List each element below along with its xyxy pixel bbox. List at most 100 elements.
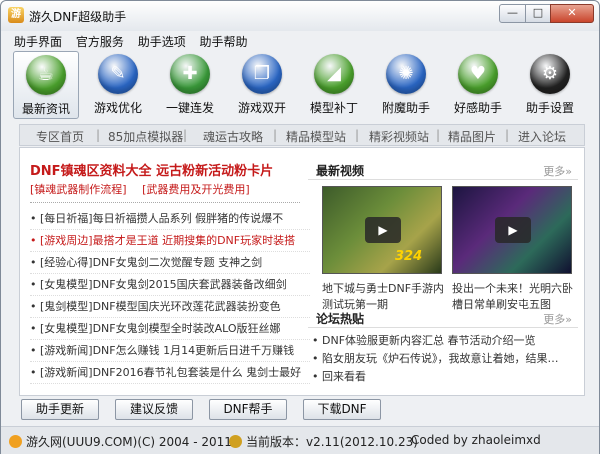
nav-link-guide[interactable]: 魂运古攻略 (203, 128, 263, 145)
dnf-helper-button[interactable]: DNF帮手 (209, 399, 287, 420)
sublink-weapon-craft[interactable]: [镇魂武器制作流程] (30, 183, 127, 196)
forum-more-link[interactable]: 更多» (543, 311, 572, 327)
status-bar: 游久网(UUU9.COM)(C) 2004 - 2011 当前版本：v2.11(… (1, 426, 599, 454)
nav-link-videos[interactable]: 精彩视频站 (369, 128, 429, 145)
sublink-weapon-cost[interactable]: [武器费用及开光费用] (142, 183, 250, 196)
video-badge: 324 (395, 249, 423, 264)
nav-separator: | (505, 128, 510, 142)
forum-item[interactable]: • 回来看看 (312, 368, 580, 386)
news-item-text: [游戏新闻]DNF2016春节礼包套装是什么 鬼剑士最好 (40, 366, 302, 379)
nav-link-models[interactable]: 精品模型站 (286, 128, 346, 145)
scroll-icon: ✎ (98, 54, 138, 94)
toolbar-button-1[interactable]: ✎ 游戏优化 (85, 51, 151, 119)
news-list: • [每日祈福]每日祈福攒人品系列 假胖猪的传说爆不 • [游戏周边]最搭才是王道… (30, 208, 310, 384)
content-panel: DNF镇魂区资料大全 远古粉新活动粉卡片 [镇魂武器制作流程] [武器费用及开光… (19, 147, 585, 396)
menu-item-main[interactable]: 助手界面 (9, 31, 67, 52)
nav-link-simulator[interactable]: 85加点模拟器 (108, 128, 183, 145)
update-button[interactable]: 助手更新 (21, 399, 99, 420)
nav-separator: | (436, 128, 441, 142)
menu-item-options[interactable]: 助手选项 (133, 31, 191, 52)
video-thumbnail[interactable]: ▶ 324 (322, 186, 442, 274)
close-button[interactable]: ✕ (550, 4, 594, 23)
news-item-text: [游戏新闻]DNF怎么赚钱 1月14更新后日进千万赚钱 (40, 344, 295, 357)
forum-item-text: DNF体验服更新内容汇总 春节活动介绍一览 (322, 334, 536, 347)
toolbar-label: 游戏优化 (93, 101, 142, 115)
bottom-buttons: 助手更新 建议反馈 DNF帮手 下载DNF (21, 399, 581, 421)
forum-item-text: 回来看看 (322, 370, 366, 383)
play-icon: ▶ (495, 217, 531, 243)
news-item[interactable]: • [每日祈福]每日祈福攒人品系列 假胖猪的传说爆不 (30, 208, 310, 230)
gear-icon: ⚙ (530, 54, 570, 94)
menu-item-official[interactable]: 官方服务 (71, 31, 129, 52)
status-version-text: 当前版本：v2.11(2012.10.23) (246, 435, 418, 449)
forum-item[interactable]: • 陷女朋友玩《炉石传说》，我故意让着她，结果… (312, 350, 580, 368)
news-item[interactable]: • [经验心得]DNF女鬼剑二次觉醒专题 支神之剑 (30, 252, 310, 274)
news-cup-icon: ☕ (26, 55, 66, 95)
news-item-text: [女鬼模型]DNF女鬼剑2015国庆套武器装备改细剑 (40, 278, 287, 291)
news-item[interactable]: • [游戏新闻]DNF怎么赚钱 1月14更新后日进千万赚钱 (30, 340, 310, 362)
sublinks: [镇魂武器制作流程] [武器费用及开光费用] (30, 181, 262, 197)
nav-link-forum[interactable]: 进入论坛 (518, 128, 566, 145)
download-dnf-button[interactable]: 下载DNF (303, 399, 381, 420)
video-thumbnail[interactable]: ▶ (452, 186, 572, 274)
menu-item-help[interactable]: 助手帮助 (195, 31, 253, 52)
app-window: 游 游久DNF超级助手 — □ ✕ 助手界面 官方服务 助手选项 助手帮助 ☕ 最… (0, 0, 600, 454)
status-version: 当前版本：v2.11(2012.10.23) (229, 433, 418, 450)
headline-link[interactable]: DNF镇魂区资料大全 远古粉新活动粉卡片 (30, 160, 273, 179)
nav-link-images[interactable]: 精品图片 (448, 128, 496, 145)
news-item[interactable]: • [鬼剑模型]DNF模型国庆光环改莲花武器装扮变色 (30, 296, 310, 318)
ruler-triangle-icon: ◢ (314, 54, 354, 94)
forum-list: • DNF体验服更新内容汇总 春节活动介绍一览 • 陷女朋友玩《炉石传说》，我故… (312, 332, 580, 386)
toolbar-button-0[interactable]: ☕ 最新资讯 (13, 51, 79, 119)
title-bar[interactable]: 游 游久DNF超级助手 — □ ✕ (1, 1, 599, 31)
toolbar: ☕ 最新资讯 ✎ 游戏优化 ✚ 一键连发 ❐ 游戏双开 ◢ 模型补丁 ✺ 附魔助手 ♥ 好感助手 ⚙ 助手设置 (11, 51, 591, 119)
news-item[interactable]: • [女鬼模型]DNF女鬼剑2015国庆套武器装备改细剑 (30, 274, 310, 296)
nav-separator: | (96, 128, 101, 142)
nav-bar: 专区首页 | 85加点模拟器 | 魂运古攻略 | 精品模型站 | 精彩视频站 |… (19, 124, 585, 146)
globe-icon: ✺ (386, 54, 426, 94)
toolbar-label: 好感助手 (453, 101, 502, 115)
heart-ruler-icon: ♥ (458, 54, 498, 94)
forum-header: 论坛热贴 更多» (308, 306, 578, 328)
toolbar-label: 助手设置 (525, 101, 574, 115)
version-icon (229, 435, 242, 448)
toolbar-button-4[interactable]: ◢ 模型补丁 (301, 51, 367, 119)
nav-separator: | (355, 128, 360, 142)
dual-window-icon: ❐ (242, 54, 282, 94)
news-item[interactable]: • [游戏周边]最搭才是王道 近期搜集的DNF玩家时装搭 (30, 230, 310, 252)
status-site: 游久网(UUU9.COM)(C) 2004 - 2011 (9, 433, 232, 450)
minimize-button[interactable]: — (499, 4, 526, 23)
menu-bar: 助手界面 官方服务 助手选项 助手帮助 (9, 31, 593, 49)
videos-more-link[interactable]: 更多» (543, 163, 572, 179)
toolbar-label: 附魔助手 (381, 101, 430, 115)
nav-separator: | (183, 128, 188, 142)
videos-header: 最新视频 更多» (308, 158, 578, 180)
feedback-button[interactable]: 建议反馈 (115, 399, 193, 420)
toolbar-button-6[interactable]: ♥ 好感助手 (445, 51, 511, 119)
news-item-text: [经验心得]DNF女鬼剑二次觉醒专题 支神之剑 (40, 256, 263, 269)
maximize-button[interactable]: □ (525, 4, 551, 23)
news-item[interactable]: • [游戏新闻]DNF2016春节礼包套装是什么 鬼剑士最好 (30, 362, 310, 384)
forum-item-text: 陷女朋友玩《炉石传说》，我故意让着她，结果… (322, 352, 559, 365)
nav-link-home[interactable]: 专区首页 (36, 128, 84, 145)
toolbar-button-3[interactable]: ❐ 游戏双开 (229, 51, 295, 119)
divider (30, 202, 300, 203)
toolbar-label: 一键连发 (165, 101, 214, 115)
app-logo-icon: 游 (8, 7, 24, 23)
window-title: 游久DNF超级助手 (29, 10, 127, 24)
site-logo-icon (9, 435, 22, 448)
news-item-text: [鬼剑模型]DNF模型国庆光环改莲花武器装扮变色 (40, 300, 281, 313)
news-item-text: [女鬼模型]DNF女鬼剑模型全时装改ALO版狂丝娜 (40, 322, 281, 335)
toolbar-button-5[interactable]: ✺ 附魔助手 (373, 51, 439, 119)
forum-title: 论坛热贴 (316, 312, 365, 326)
videos-title: 最新视频 (316, 164, 365, 178)
status-site-text: 游久网(UUU9.COM)(C) 2004 - 2011 (26, 435, 232, 449)
news-item-text: [游戏周边]最搭才是王道 近期搜集的DNF玩家时装搭 (40, 234, 296, 247)
toolbar-label: 游戏双开 (237, 101, 286, 115)
toolbar-button-7[interactable]: ⚙ 助手设置 (517, 51, 583, 119)
play-icon: ▶ (365, 217, 401, 243)
forum-item[interactable]: • DNF体验服更新内容汇总 春节活动介绍一览 (312, 332, 580, 350)
toolbar-button-2[interactable]: ✚ 一键连发 (157, 51, 223, 119)
news-item[interactable]: • [女鬼模型]DNF女鬼剑模型全时装改ALO版狂丝娜 (30, 318, 310, 340)
status-coder: Coded by zhaoleimxd (411, 433, 541, 447)
